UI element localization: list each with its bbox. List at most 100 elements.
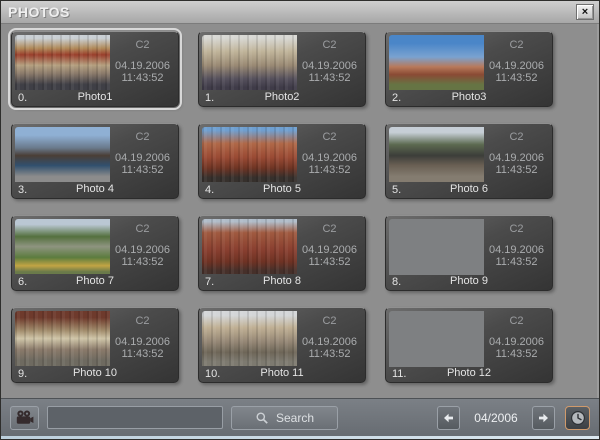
- photo-date: 04.19.2006: [486, 336, 547, 348]
- photo-label: Photo 6: [386, 183, 552, 195]
- photos-window: PHOTOS × C2 04.19.2006 11:43:52 0. Photo…: [0, 0, 600, 440]
- photo-date: 04.19.2006: [112, 244, 173, 256]
- photo-time: 11:43:52: [486, 348, 547, 360]
- photo-cell[interactable]: C2 04.19.2006 11:43:52 11. Photo 12: [385, 307, 553, 383]
- photo-date: 04.19.2006: [112, 336, 173, 348]
- photo-meta: C2 04.19.2006 11:43:52: [112, 32, 173, 92]
- month-label: 04/2006: [468, 411, 524, 425]
- photo-cell[interactable]: C2 04.19.2006 11:43:52 5. Photo 6: [385, 123, 553, 199]
- photo-thumbnail[interactable]: [15, 219, 110, 274]
- photo-thumbnail[interactable]: [15, 35, 110, 90]
- photo-cell[interactable]: C2 04.19.2006 11:43:52 0. Photo1: [11, 31, 179, 107]
- photo-cell[interactable]: C2 04.19.2006 11:43:52 9. Photo 10: [11, 307, 179, 383]
- photo-thumbnail[interactable]: [389, 127, 484, 182]
- photo-cell[interactable]: C2 04.19.2006 11:43:52 7. Photo 8: [198, 215, 366, 291]
- camera-id: C2: [299, 223, 360, 235]
- footer-toolbar: Search 04/2006: [1, 398, 599, 436]
- photo-date: 04.19.2006: [486, 152, 547, 164]
- photo-thumbnail[interactable]: [389, 219, 484, 275]
- photo-index: 10.: [205, 368, 220, 380]
- clock-filter-button[interactable]: [565, 406, 590, 430]
- camera-id: C2: [486, 39, 547, 51]
- camera-id: C2: [112, 223, 173, 235]
- photo-datetime: 04.19.2006 11:43:52: [486, 60, 547, 84]
- photo-cell[interactable]: C2 04.19.2006 11:43:52 10. Photo 11: [198, 307, 366, 383]
- close-button[interactable]: ×: [576, 4, 594, 20]
- photo-thumbnail[interactable]: [389, 311, 484, 367]
- photo-caption-row: 2. Photo3: [386, 91, 552, 105]
- photo-label: Photo 11: [199, 367, 365, 379]
- photo-index: 3.: [18, 184, 27, 196]
- photo-thumbnail[interactable]: [202, 127, 297, 182]
- photo-index: 6.: [18, 276, 27, 288]
- clock-icon: [570, 410, 586, 426]
- photo-label: Photo2: [199, 91, 365, 103]
- camera-id: C2: [112, 131, 173, 143]
- photo-cell[interactable]: C2 04.19.2006 11:43:52 6. Photo 7: [11, 215, 179, 291]
- photo-index: 11.: [392, 368, 406, 380]
- arrow-left-icon: [443, 413, 454, 423]
- photo-date: 04.19.2006: [299, 60, 360, 72]
- photo-cell[interactable]: C2 04.19.2006 11:43:52 3. Photo 4: [11, 123, 179, 199]
- photo-meta: C2 04.19.2006 11:43:52: [112, 124, 173, 184]
- camera-id: C2: [486, 223, 547, 235]
- photo-caption-row: 11. Photo 12: [386, 367, 552, 381]
- photo-label: Photo3: [386, 91, 552, 103]
- camera-id: C2: [486, 315, 547, 327]
- photo-caption-row: 10. Photo 11: [199, 367, 365, 381]
- camera-button[interactable]: [10, 406, 39, 430]
- photo-time: 11:43:52: [486, 256, 547, 268]
- search-button[interactable]: Search: [231, 406, 338, 430]
- photo-caption-row: 5. Photo 6: [386, 183, 552, 197]
- photo-caption-row: 9. Photo 10: [12, 367, 178, 381]
- photo-caption-row: 0. Photo1: [12, 91, 178, 105]
- camera-id: C2: [299, 315, 360, 327]
- photo-datetime: 04.19.2006 11:43:52: [299, 244, 360, 268]
- photo-thumbnail[interactable]: [202, 219, 297, 274]
- photo-datetime: 04.19.2006 11:43:52: [112, 336, 173, 360]
- photo-thumbnail[interactable]: [15, 311, 110, 366]
- photo-time: 11:43:52: [486, 72, 547, 84]
- photo-meta: C2 04.19.2006 11:43:52: [486, 308, 547, 368]
- search-button-label: Search: [276, 411, 314, 425]
- photo-cell[interactable]: C2 04.19.2006 11:43:52 2. Photo3: [385, 31, 553, 107]
- photo-caption-row: 6. Photo 7: [12, 275, 178, 289]
- photo-cell[interactable]: C2 04.19.2006 11:43:52 8. Photo 9: [385, 215, 553, 291]
- photo-index: 1.: [205, 92, 214, 104]
- photo-index: 7.: [205, 276, 214, 288]
- photo-meta: C2 04.19.2006 11:43:52: [112, 308, 173, 368]
- photo-cell[interactable]: C2 04.19.2006 11:43:52 1. Photo2: [198, 31, 366, 107]
- photo-cell[interactable]: C2 04.19.2006 11:43:52 4. Photo 5: [198, 123, 366, 199]
- photo-date: 04.19.2006: [299, 152, 360, 164]
- photo-label: Photo 5: [199, 183, 365, 195]
- photo-meta: C2 04.19.2006 11:43:52: [299, 32, 360, 92]
- photo-thumbnail[interactable]: [389, 35, 484, 90]
- camera-id: C2: [299, 39, 360, 51]
- photo-meta: C2 04.19.2006 11:43:52: [486, 124, 547, 184]
- photo-label: Photo 12: [386, 367, 552, 379]
- photo-datetime: 04.19.2006 11:43:52: [486, 152, 547, 176]
- photo-time: 11:43:52: [299, 164, 360, 176]
- photo-time: 11:43:52: [299, 256, 360, 268]
- window-bottom-edge: [1, 436, 599, 439]
- photo-meta: C2 04.19.2006 11:43:52: [299, 124, 360, 184]
- arrow-right-icon: [538, 413, 549, 423]
- previous-month-button[interactable]: [437, 406, 460, 430]
- next-month-button[interactable]: [532, 406, 555, 430]
- photo-label: Photo 10: [12, 367, 178, 379]
- photo-thumbnail[interactable]: [15, 127, 110, 182]
- photo-caption-row: 3. Photo 4: [12, 183, 178, 197]
- search-input[interactable]: [47, 406, 223, 429]
- photo-time: 11:43:52: [112, 256, 173, 268]
- photo-time: 11:43:52: [112, 348, 173, 360]
- photo-index: 8.: [392, 276, 401, 288]
- photo-label: Photo 9: [386, 275, 552, 287]
- photo-thumbnail[interactable]: [202, 35, 297, 90]
- photo-label: Photo 8: [199, 275, 365, 287]
- photo-index: 4.: [205, 184, 214, 196]
- photo-date: 04.19.2006: [112, 152, 173, 164]
- photo-thumbnail[interactable]: [202, 311, 297, 366]
- photo-meta: C2 04.19.2006 11:43:52: [112, 216, 173, 276]
- camera-id: C2: [486, 131, 547, 143]
- photo-time: 11:43:52: [112, 72, 173, 84]
